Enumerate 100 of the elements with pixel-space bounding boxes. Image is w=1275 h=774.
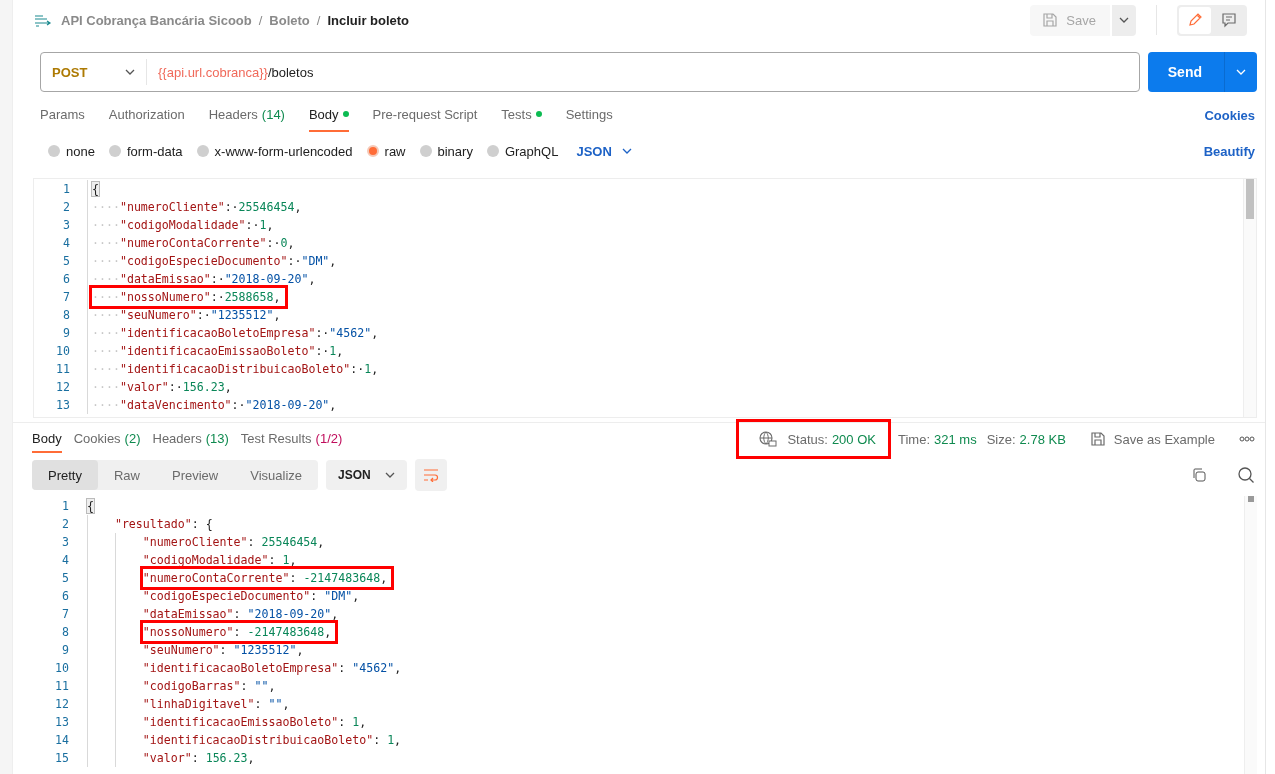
line-number: 3 [61, 534, 70, 551]
line-number: 5 [34, 252, 88, 270]
response-tab[interactable]: Headers (13) [152, 425, 229, 453]
response-size: Size: 2.78 KB [986, 431, 1066, 447]
caret-icon [384, 472, 395, 478]
request-tab[interactable]: Settings [565, 98, 613, 132]
code-line: "codigoModalidade": 1, [142, 552, 297, 569]
view-mode-tab[interactable]: Preview [156, 460, 235, 490]
method-dropdown[interactable]: POST [41, 59, 147, 85]
code-line: ····"numeroCliente":·25546454, [92, 199, 302, 216]
request-tab[interactable]: Params [40, 98, 85, 132]
url-bar[interactable]: POST {{api.url.cobranca}}/boletos [40, 52, 1140, 92]
line-number: 3 [34, 216, 88, 234]
breadcrumb-separator: / [316, 12, 321, 28]
code-line: ····"codigoModalidade":·1, [92, 217, 274, 234]
request-tab[interactable]: Tests [501, 98, 542, 132]
line-number: 9 [34, 324, 88, 342]
code-line: "dataEmissao": "2018-09-20", [142, 606, 339, 623]
response-time: Time: 321 ms [898, 431, 977, 447]
wrap-lines-icon[interactable] [422, 468, 439, 482]
line-number: 15 [54, 750, 70, 767]
line-number: 6 [34, 270, 88, 288]
body-type-radio[interactable]: binary [419, 143, 473, 159]
pencil-icon [1187, 12, 1203, 28]
save-as-example-button[interactable]: Save as Example [1083, 430, 1221, 448]
line-number: 6 [61, 588, 70, 605]
line-number: 11 [34, 360, 88, 378]
code-line: ····"dataEmissao":·"2018-09-20", [92, 271, 316, 288]
breadcrumb-link[interactable]: Boleto [269, 12, 310, 28]
scrollbar[interactable] [1244, 496, 1257, 774]
body-type-radio[interactable]: none [48, 143, 95, 159]
line-number: 10 [34, 342, 88, 360]
code-line: ····"identificacaoDistribuicaoBoleto":·1, [92, 361, 379, 378]
edit-mode-button[interactable] [1179, 6, 1211, 34]
code-line: "numeroCliente": 25546454, [142, 534, 325, 551]
line-number: 14 [54, 732, 70, 749]
request-tab[interactable]: Body [308, 98, 349, 132]
more-options-icon[interactable] [1239, 436, 1255, 442]
copy-icon[interactable] [1191, 467, 1207, 483]
highlighted-code-line: ····"nossoNumero":·2588658, [92, 288, 285, 306]
line-number: 4 [34, 234, 88, 252]
line-number: 13 [34, 396, 88, 414]
view-mode-tab[interactable]: Visualize [234, 460, 319, 490]
code-line: "seuNumero": "1235512", [142, 642, 304, 659]
code-line: "linhaDigitavel": "", [142, 696, 290, 713]
request-title: Incluir boleto [327, 12, 410, 28]
beautify-link[interactable]: Beautify [1203, 143, 1255, 159]
body-type-radio[interactable]: GraphQL [486, 143, 559, 159]
line-number: 13 [54, 714, 70, 731]
cookies-link[interactable]: Cookies [1204, 107, 1255, 123]
code-line: ····"identificacaoBoletoEmpresa":·"4562", [92, 325, 379, 342]
code-line: ····"numeroContaCorrente":·0, [92, 235, 295, 252]
body-type-radio[interactable]: x-www-form-urlencoded [196, 143, 353, 159]
caret-icon [1119, 17, 1129, 23]
breadcrumb-link[interactable]: API Cobrança Bancária Sicoob [61, 12, 252, 28]
comment-icon [1221, 12, 1237, 28]
line-number: 12 [34, 378, 88, 396]
body-type-radio[interactable]: raw [366, 143, 406, 159]
request-tab[interactable]: Pre-request Script [372, 98, 478, 132]
body-type-radio[interactable]: form-data [108, 143, 183, 159]
code-line: ····"identificacaoEmissaoBoleto":·1, [92, 343, 344, 360]
code-line: "identificacaoDistribuicaoBoleto": 1, [142, 732, 402, 749]
request-tab[interactable]: Authorization [108, 98, 185, 132]
line-number: 2 [34, 198, 88, 216]
line-number: 1 [34, 180, 88, 198]
caret-icon [621, 148, 632, 154]
code-line: "codigoEspecieDocumento": "DM", [142, 588, 360, 605]
line-number: 9 [61, 642, 70, 659]
response-tab[interactable]: Body [32, 425, 62, 453]
line-number: 7 [61, 606, 70, 623]
request-body-editor[interactable] [33, 178, 1257, 418]
code-line: "identificacaoEmissaoBoleto": 1, [142, 714, 367, 731]
line-number: 10 [54, 660, 70, 677]
breadcrumb-separator: / [258, 12, 263, 28]
code-line: "identificacaoBoletoEmpresa": "4562", [142, 660, 402, 677]
search-icon[interactable] [1237, 466, 1255, 484]
code-line: "valor": 156.23, [142, 750, 255, 767]
url-text: {{api.url.cobranca}}/boletos [157, 64, 314, 80]
code-line: "codigoBarras": "", [142, 678, 276, 695]
highlighted-code-line: "nossoNumero": -2147483648, [142, 623, 336, 641]
request-arrows-icon [33, 12, 53, 28]
view-mode-switch[interactable]: Pretty Raw Preview Visualize [32, 460, 319, 490]
code-line: "resultado": { [114, 516, 213, 533]
line-number: 11 [54, 678, 70, 695]
line-number: 7 [34, 288, 88, 306]
response-format-dropdown[interactable]: JSON [326, 460, 407, 490]
response-status: Status: 200 OK [787, 431, 876, 447]
scrollbar[interactable] [1243, 179, 1256, 417]
line-number: 4 [61, 552, 70, 569]
code-line: ····"dataVencimento":·"2018-09-20", [92, 397, 337, 414]
save-options-button[interactable] [1112, 4, 1136, 36]
globe-lock-icon [759, 431, 778, 447]
format-dropdown[interactable]: JSON [572, 143, 632, 159]
response-tab[interactable]: Cookies (2) [73, 425, 141, 453]
code-line: ····"codigoEspecieDocumento":·"DM", [92, 253, 337, 270]
response-tab[interactable]: Test Results (1/2) [240, 425, 343, 453]
highlighted-code-line: "numeroContaCorrente": -2147483648, [142, 569, 392, 587]
view-mode-tab[interactable]: Raw [97, 460, 156, 490]
view-mode-tab[interactable]: Pretty [32, 460, 98, 490]
request-tab[interactable]: Headers (14) [208, 98, 285, 132]
